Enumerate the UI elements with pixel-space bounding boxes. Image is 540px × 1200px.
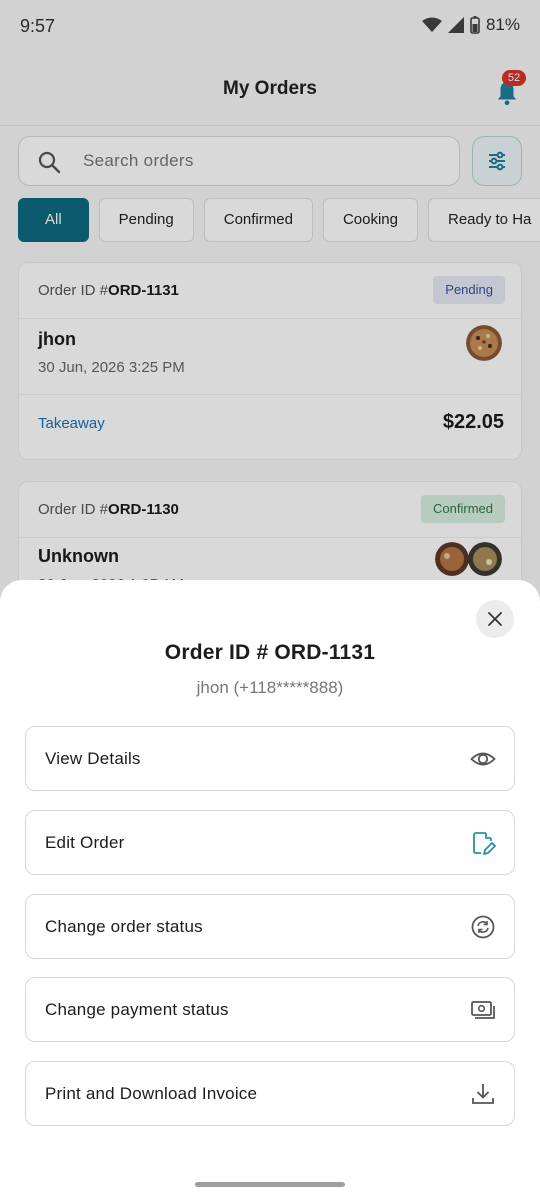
action-label: Change order status bbox=[45, 917, 203, 936]
change-payment-status-button[interactable]: Change payment status bbox=[25, 977, 515, 1042]
cash-icon bbox=[471, 1001, 495, 1019]
close-button[interactable] bbox=[476, 600, 514, 638]
edit-document-icon bbox=[473, 832, 496, 855]
action-label: Print and Download Invoice bbox=[45, 1084, 258, 1103]
download-icon bbox=[472, 1084, 494, 1104]
order-actions-sheet: Order ID # ORD-1131 jhon (+118*****888) … bbox=[0, 580, 540, 1200]
close-icon bbox=[488, 612, 502, 626]
edit-order-button[interactable]: Edit Order bbox=[25, 810, 515, 875]
action-label: Change payment status bbox=[45, 1000, 229, 1019]
print-download-invoice-button[interactable]: Print and Download Invoice bbox=[25, 1061, 515, 1126]
home-indicator bbox=[195, 1182, 345, 1187]
refresh-cycle-icon bbox=[471, 915, 495, 939]
change-order-status-button[interactable]: Change order status bbox=[25, 894, 515, 959]
action-label: View Details bbox=[45, 749, 141, 768]
action-label: Edit Order bbox=[45, 833, 125, 852]
customer-contact: jhon (+118*****888) bbox=[196, 678, 344, 697]
view-details-button[interactable]: View Details bbox=[25, 726, 515, 791]
eye-icon bbox=[470, 752, 496, 766]
sheet-title: Order ID # ORD-1131 bbox=[164, 641, 376, 664]
